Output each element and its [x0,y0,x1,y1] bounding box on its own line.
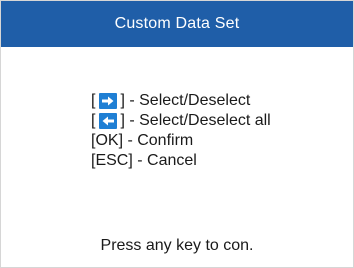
footer-prompt: Press any key to con. [100,237,254,254]
title-bar: Custom Data Set [1,1,353,47]
window-title: Custom Data Set [114,15,240,32]
help-line-select: [ ] - Select/Deselect [91,91,271,111]
help-line-cancel: [ESC] - Cancel [91,151,271,171]
help-line-text: [ESC] - Cancel [91,152,197,169]
help-line-select-all: [ ] - Select/Deselect all [91,111,271,131]
help-line-prefix: [ [91,92,96,109]
help-line-text: [OK] - Confirm [91,132,194,149]
dialog-screen: Custom Data Set [ ] - Select/Deselect [ … [0,0,354,268]
help-line-confirm: [OK] - Confirm [91,131,271,151]
help-line-text: ] - Select/Deselect [120,92,251,109]
right-arrow-icon [99,93,118,109]
left-arrow-icon [99,113,118,129]
key-help-list: [ ] - Select/Deselect [ ] - Select/Desel… [91,91,271,171]
help-line-text: ] - Select/Deselect all [120,112,271,129]
help-line-prefix: [ [91,112,96,129]
